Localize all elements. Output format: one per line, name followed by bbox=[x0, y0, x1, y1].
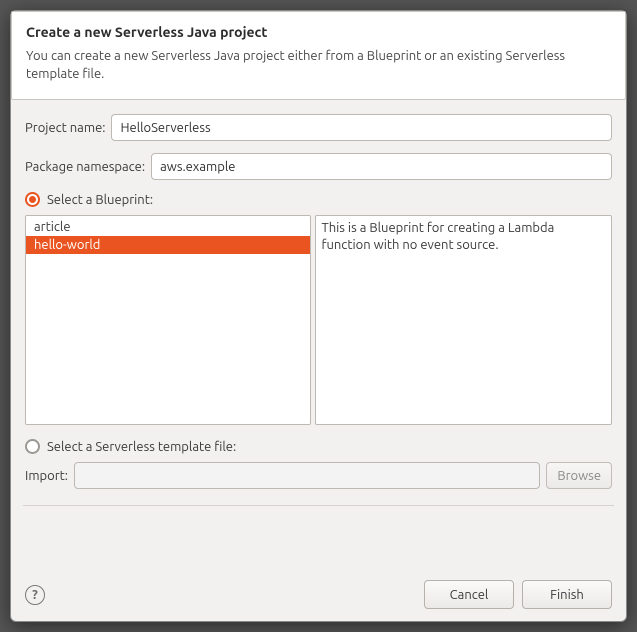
separator bbox=[23, 505, 614, 506]
cancel-button[interactable]: Cancel bbox=[424, 580, 514, 609]
browse-button: Browse bbox=[546, 462, 612, 489]
list-item[interactable]: article bbox=[26, 218, 310, 236]
dialog-title: Create a new Serverless Java project bbox=[26, 24, 611, 40]
package-namespace-label: Package namespace: bbox=[25, 160, 145, 174]
dialog-subtitle: You can create a new Serverless Java pro… bbox=[26, 48, 611, 83]
header-area: Create a new Serverless Java project You… bbox=[11, 11, 626, 100]
import-row: Import: Browse bbox=[25, 462, 612, 489]
package-namespace-row: Package namespace: bbox=[25, 153, 612, 180]
package-namespace-input[interactable] bbox=[151, 153, 612, 180]
spacer bbox=[25, 516, 612, 572]
template-radio-label: Select a Serverless template file: bbox=[47, 440, 236, 454]
finish-button[interactable]: Finish bbox=[522, 580, 612, 609]
blueprint-radio-row[interactable]: Select a Blueprint: bbox=[25, 192, 612, 207]
blueprint-box: article hello-world This is a Blueprint … bbox=[25, 215, 612, 425]
project-name-label: Project name: bbox=[25, 121, 105, 135]
dialog: Create a new Serverless Java project You… bbox=[10, 10, 627, 622]
blueprint-description: This is a Blueprint for creating a Lambd… bbox=[315, 215, 613, 425]
blueprint-radio-label: Select a Blueprint: bbox=[47, 193, 153, 207]
help-icon[interactable]: ? bbox=[25, 585, 45, 605]
footer: ? Cancel Finish bbox=[25, 572, 612, 609]
import-label: Import: bbox=[25, 469, 68, 483]
blueprint-radio[interactable] bbox=[25, 192, 40, 207]
template-radio-row[interactable]: Select a Serverless template file: bbox=[25, 439, 612, 454]
import-input bbox=[74, 462, 540, 489]
list-item[interactable]: hello-world bbox=[26, 236, 310, 254]
template-radio[interactable] bbox=[25, 439, 40, 454]
project-name-input[interactable] bbox=[111, 114, 612, 141]
project-name-row: Project name: bbox=[25, 114, 612, 141]
blueprint-list[interactable]: article hello-world bbox=[25, 215, 311, 425]
